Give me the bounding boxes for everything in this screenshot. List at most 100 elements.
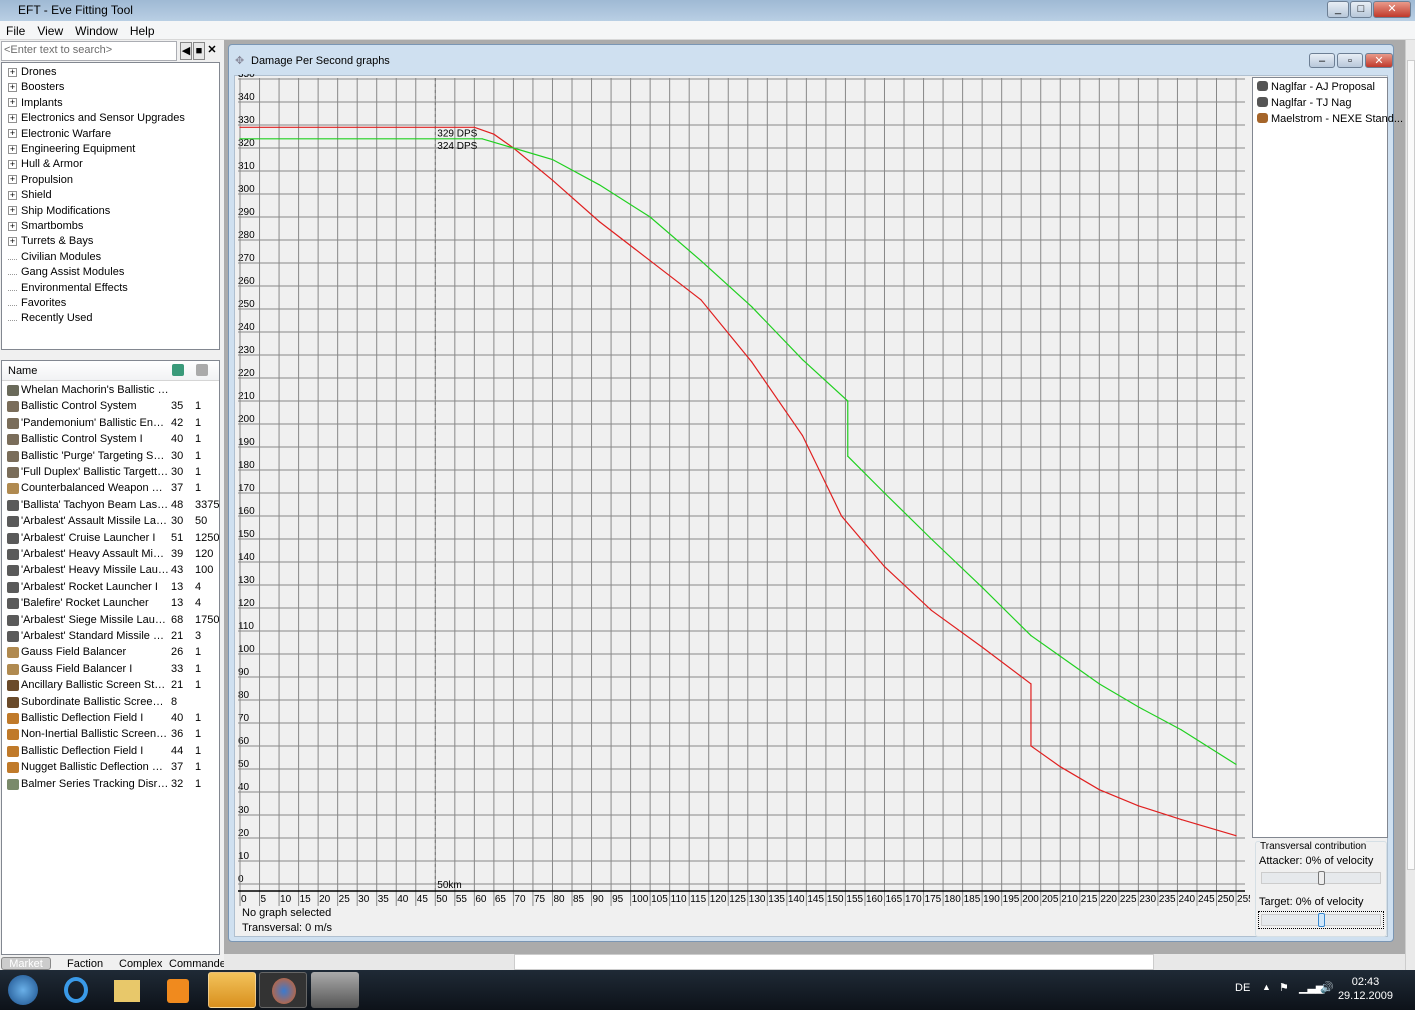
list-item[interactable]: Ballistic Control System 35 1 xyxy=(2,399,219,415)
tab-commander[interactable]: Commander xyxy=(169,958,230,970)
legend-item[interactable]: Naglfar - TJ Nag xyxy=(1257,97,1352,112)
child-minimize-button[interactable]: – xyxy=(1309,53,1335,68)
list-item[interactable]: 'Ballista' Tachyon Beam Laser I 48 3375 xyxy=(2,498,219,514)
language-indicator[interactable]: DE xyxy=(1235,982,1250,994)
tree-item[interactable]: + Hull & Armor xyxy=(8,158,83,173)
list-item[interactable]: Ballistic Control System I 40 1 xyxy=(2,432,219,448)
menu-help[interactable]: Help xyxy=(124,21,161,38)
child-close-button[interactable]: ✕ xyxy=(1365,53,1393,68)
list-item[interactable]: 'Arbalest' Assault Missile Launcher30 50 xyxy=(2,514,219,530)
tab-faction[interactable]: Faction xyxy=(67,958,103,970)
tree-item[interactable]: Gang Assist Modules xyxy=(8,266,124,281)
powergrid-icon[interactable] xyxy=(196,364,208,376)
expand-icon[interactable]: + xyxy=(8,175,17,185)
tab-complex[interactable]: Complex xyxy=(119,958,162,970)
expand-icon[interactable]: + xyxy=(8,82,17,92)
menu-window[interactable]: Window xyxy=(69,21,124,38)
firefox-icon[interactable] xyxy=(259,972,307,1008)
tree-item[interactable]: + Electronic Warfare xyxy=(8,128,111,143)
explorer-icon[interactable] xyxy=(104,972,152,1008)
tree-item[interactable]: Recently Used xyxy=(8,312,93,327)
start-button[interactable] xyxy=(0,972,46,1008)
list-item[interactable]: Ballistic 'Purge' Targeting System I30 1 xyxy=(2,449,219,465)
maximize-button[interactable]: □ xyxy=(1350,1,1372,18)
list-item[interactable]: Ancillary Ballistic Screen Stabilizer21 1 xyxy=(2,678,219,694)
tree-item[interactable]: Favorites xyxy=(8,297,66,312)
expand-icon[interactable]: + xyxy=(8,190,17,200)
list-item[interactable]: Nugget Ballistic Deflection Field 37 1 xyxy=(2,760,219,776)
list-item[interactable]: 'Arbalest' Heavy Missile Launcher 43 100 xyxy=(2,563,219,579)
module-icon xyxy=(7,663,19,675)
media-player-icon[interactable] xyxy=(155,972,203,1008)
list-item[interactable]: 'Full Duplex' Ballistic Targetting Sy...… xyxy=(2,465,219,481)
list-item[interactable]: 'Arbalest' Siege Missile Launcher 68 1750 xyxy=(2,613,219,629)
child-restore-button[interactable]: ▫ xyxy=(1337,53,1363,68)
attacker-slider[interactable] xyxy=(1261,871,1381,885)
ie-icon[interactable] xyxy=(52,972,100,1008)
list-item[interactable]: Whelan Machorin's Ballistic Smartl... xyxy=(2,383,219,399)
legend-item[interactable]: Naglfar - AJ Proposal xyxy=(1257,81,1375,96)
list-item[interactable]: 'Arbalest' Heavy Assault Missile L...39 1… xyxy=(2,547,219,563)
tree-item[interactable]: + Boosters xyxy=(8,81,64,96)
list-item[interactable]: 'Arbalest' Standard Missile Launcher21 3 xyxy=(2,629,219,645)
show-hidden-icons[interactable]: ▲ xyxy=(1262,982,1271,992)
tree-item[interactable]: + Ship Modifications xyxy=(8,205,110,220)
scrollbar-thumb[interactable] xyxy=(1407,60,1415,870)
tree-item[interactable]: + Implants xyxy=(8,97,63,112)
tree-item[interactable]: + Turrets & Bays xyxy=(8,235,93,250)
list-item[interactable]: Subordinate Ballistic Screen Stabil...8 xyxy=(2,695,219,711)
expand-icon[interactable]: + xyxy=(8,206,17,216)
tree-item[interactable]: + Engineering Equipment xyxy=(8,143,135,158)
scrollbar-thumb[interactable] xyxy=(514,954,1154,970)
volume-icon[interactable]: 🔊 xyxy=(1320,981,1334,994)
list-item[interactable]: Ballistic Deflection Field I 40 1 xyxy=(2,711,219,727)
cpu-icon[interactable] xyxy=(172,364,184,376)
flag-icon[interactable]: ⚑ xyxy=(1279,981,1289,994)
column-name[interactable]: Name xyxy=(8,365,37,377)
list-item[interactable]: Balmer Series Tracking Disruptor I32 1 xyxy=(2,777,219,793)
list-item[interactable]: Gauss Field Balancer 26 1 xyxy=(2,645,219,661)
menu-file[interactable]: File xyxy=(0,21,31,38)
clock[interactable]: 02:43 29.12.2009 xyxy=(1338,975,1393,1003)
tab-market[interactable]: Market xyxy=(1,957,51,970)
expand-icon[interactable]: + xyxy=(8,221,17,231)
list-item[interactable]: 'Arbalest' Cruise Launcher I 51 1250 xyxy=(2,531,219,547)
vertical-scrollbar[interactable] xyxy=(1405,40,1415,970)
tree-item[interactable]: + Drones xyxy=(8,66,56,81)
expand-icon[interactable]: + xyxy=(8,113,17,123)
menu-view[interactable]: View xyxy=(31,21,69,38)
list-item[interactable]: 'Arbalest' Rocket Launcher I 13 4 xyxy=(2,580,219,596)
back-icon[interactable]: ◀ xyxy=(180,42,192,60)
clear-search-icon[interactable]: ✕ xyxy=(206,42,218,60)
eve-icon[interactable] xyxy=(311,972,359,1008)
eft-task-button[interactable] xyxy=(208,972,256,1008)
list-item[interactable]: Gauss Field Balancer I 33 1 xyxy=(2,662,219,678)
expand-icon[interactable]: + xyxy=(8,98,17,108)
transversal-title: Transversal contribution xyxy=(1260,841,1367,852)
minimize-button[interactable]: _ xyxy=(1327,1,1349,18)
list-item[interactable]: 'Balefire' Rocket Launcher 13 4 xyxy=(2,596,219,612)
tree-item[interactable]: + Smartbombs xyxy=(8,220,83,235)
expand-icon[interactable]: + xyxy=(8,129,17,139)
expand-icon[interactable]: + xyxy=(8,67,17,77)
search-input[interactable]: <Enter text to search> xyxy=(1,41,177,61)
slider-thumb[interactable] xyxy=(1318,871,1325,885)
tree-item[interactable]: + Shield xyxy=(8,189,52,204)
lock-icon[interactable]: ■ xyxy=(193,42,205,60)
list-item[interactable]: Ballistic Deflection Field I 44 1 xyxy=(2,744,219,760)
expand-icon[interactable]: + xyxy=(8,236,17,246)
close-button[interactable]: ✕ xyxy=(1373,1,1411,18)
legend-item[interactable]: Maelstrom - NEXE Stand... xyxy=(1257,113,1403,128)
expand-icon[interactable]: + xyxy=(8,159,17,169)
tree-item[interactable]: Civilian Modules xyxy=(8,251,101,266)
tree-item[interactable]: + Electronics and Sensor Upgrades xyxy=(8,112,185,127)
horizontal-scrollbar[interactable] xyxy=(224,954,1405,970)
target-slider[interactable] xyxy=(1258,911,1384,929)
expand-icon[interactable]: + xyxy=(8,144,17,154)
list-item[interactable]: Counterbalanced Weapon Mounts I37 1 xyxy=(2,481,219,497)
slider-thumb[interactable] xyxy=(1318,913,1325,927)
list-item[interactable]: 'Pandemonium' Ballistic Enhance...42 1 xyxy=(2,416,219,432)
list-item[interactable]: Non-Inertial Ballistic Screen Augm...36 1 xyxy=(2,727,219,743)
tree-item[interactable]: Environmental Effects xyxy=(8,282,128,297)
tree-item[interactable]: + Propulsion xyxy=(8,174,73,189)
